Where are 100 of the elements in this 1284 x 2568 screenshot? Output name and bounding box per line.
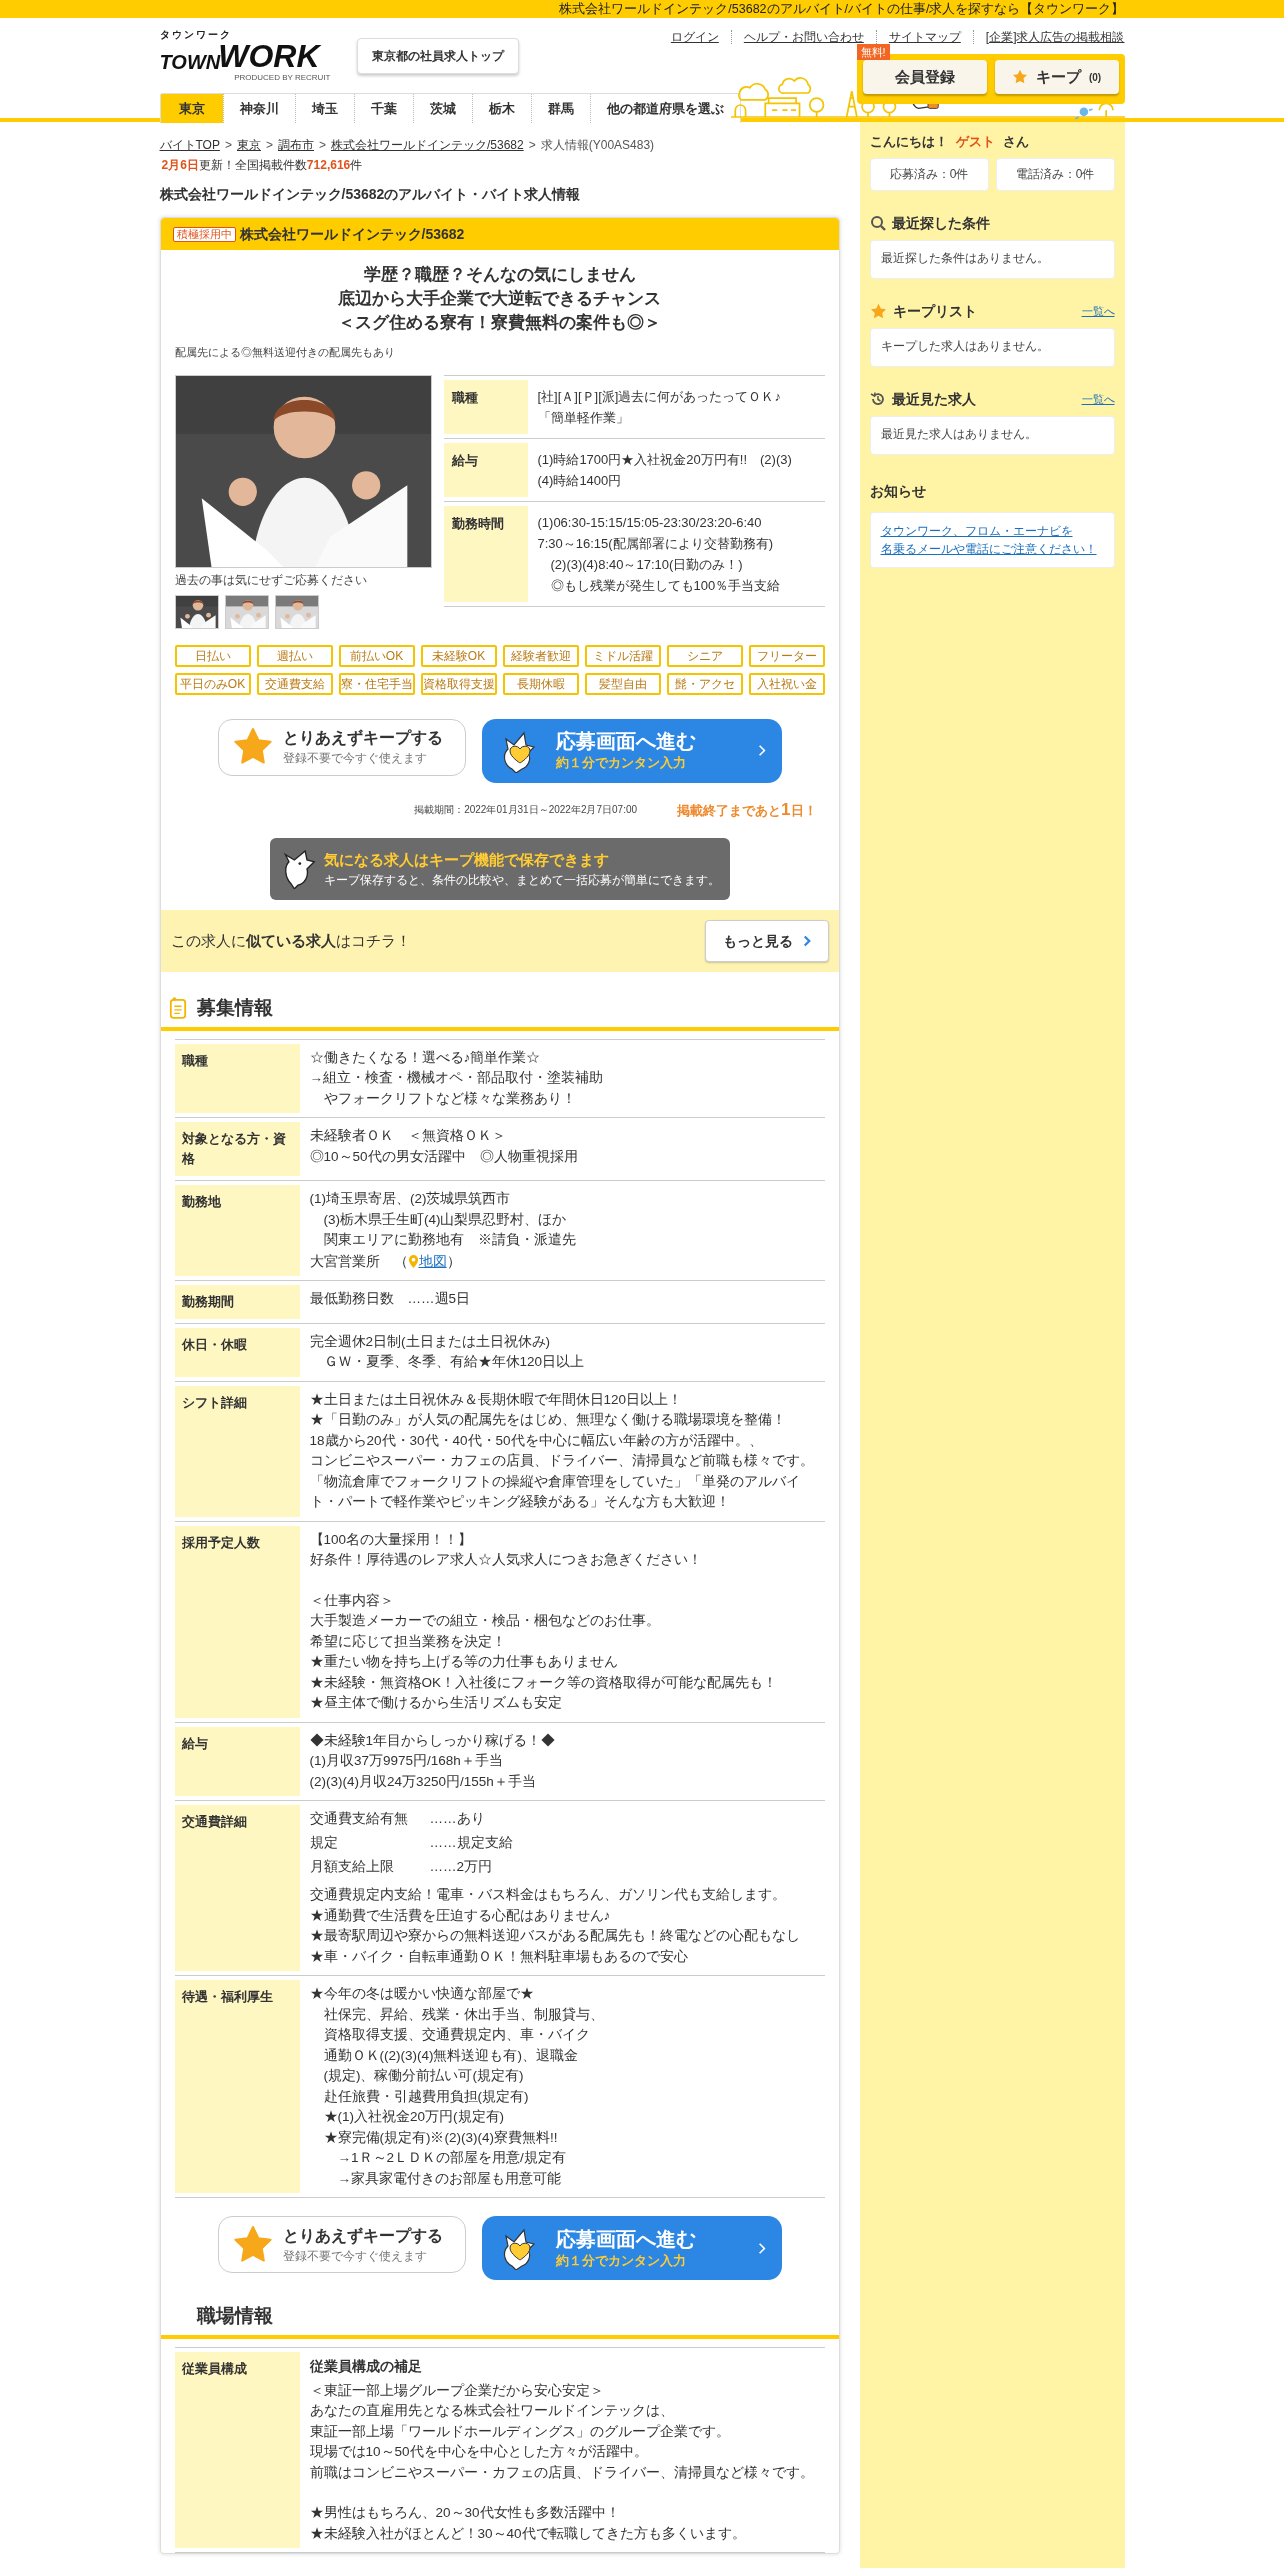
- apply-button[interactable]: 応募画面へ進む 約１分でカンタン入力: [481, 718, 782, 783]
- detail-line: ★(1)入社祝金20万円(規定有): [322, 2108, 505, 2126]
- chevron-right-icon: [757, 2241, 766, 2255]
- header-link[interactable]: ヘルプ・お問い合わせ: [743, 28, 864, 46]
- detail-line: 未経験者ＯＫ ＜無資格ＯＫ＞: [309, 1127, 507, 1145]
- chevron-right-icon: [757, 744, 766, 757]
- detail-line: ★昼主体で働けるから生活リズムも安定: [309, 1694, 563, 1712]
- summary-line: 7:30～16:15(配属部署により交替勤務有): [537, 534, 774, 553]
- detail-line: 前職はコンビニやスーパー・カフェの店員、ドライバー、清掃員など様々です。: [309, 2463, 815, 2482]
- breadcrumb-link[interactable]: 東京: [236, 136, 261, 154]
- detail-line: 【100名の大量採用！！】: [309, 1530, 474, 1549]
- summary-label: 職種: [443, 379, 528, 434]
- header-link[interactable]: [企業]求人広告の掲載相談: [985, 28, 1125, 46]
- notice-link[interactable]: タウンワーク、フロム・エーナビを: [880, 521, 1073, 540]
- star-icon: [232, 727, 273, 767]
- notice-link[interactable]: 名乗るメールや電話にご注意ください！: [880, 539, 1097, 558]
- company-name: 株式会社ワールドインテック/53682: [239, 224, 465, 244]
- detail-key: 月額支給上限: [309, 1857, 430, 1877]
- detail-line: →家具家電付きのお部屋も用意可能: [336, 2169, 562, 2188]
- detail-value: ……2万円: [429, 1858, 492, 1876]
- detail-line: 希望に応じて担当業務を決定！: [309, 1632, 507, 1651]
- catch-copy: ＜スグ住める寮有！寮費無料の案件も◎＞: [338, 312, 661, 333]
- detail-line: ★通勤費で生活費を圧迫する心配はありません♪: [309, 1906, 612, 1925]
- more-button[interactable]: もっと見る: [704, 920, 829, 962]
- header-link[interactable]: サイトマップ: [888, 28, 961, 46]
- keep-button[interactable]: キープ (0): [994, 60, 1119, 94]
- feature-tag: シニア: [666, 644, 743, 667]
- detail-line: ★未経験入社がほとんど！30～40代で転職してきた方も多くいます。: [309, 2524, 747, 2543]
- detail-line: ★今年の冬は暖かい快適な部屋で★: [309, 1985, 535, 2003]
- breadcrumb-link[interactable]: バイトTOP: [159, 136, 220, 154]
- sidebar-heading: 最近探した条件: [891, 213, 990, 233]
- summary-line: (2)(3)(4)8:40～17:10(日勤のみ！): [549, 555, 744, 574]
- detail-line: 関東エリアに勤務地有 ※請負・派遣先: [322, 1231, 577, 1249]
- detail-line: 現場では10～50代を中心を中心とした方々が活躍中。: [309, 2443, 649, 2461]
- breadcrumb-link[interactable]: 株式会社ワールドインテック/53682: [331, 136, 524, 154]
- keep-job-button[interactable]: とりあえずキープする 登録不要で今すぐ使えます: [217, 2216, 466, 2273]
- list-link[interactable]: 一覧へ: [1081, 302, 1115, 320]
- feature-tag: ミドル活躍: [584, 644, 661, 667]
- sidebar-heading: お知らせ: [869, 481, 927, 501]
- detail-line: 好条件！厚待遇のレア求人☆人気求人につきお急ぎください！: [309, 1551, 703, 1569]
- bracket-text: ）: [446, 1252, 461, 1271]
- detail-line: 赴任旅費・引越費用負担(規定有): [322, 2087, 530, 2106]
- detail-line: ★「日勤のみ」が人気の配属先をはじめ、無理なく働ける職場環境を整備！: [309, 1411, 787, 1429]
- star-icon: [232, 2224, 273, 2265]
- page-title: 株式会社ワールドインテック/53682のアルバイト・バイト求人情報: [159, 185, 582, 204]
- detail-line: ◆未経験1年目からしっかり稼げる！◆: [309, 1731, 556, 1750]
- detail-line: (1)月収37万9975円/168h＋手当: [309, 1752, 504, 1770]
- detail-key: 規定: [309, 1833, 430, 1853]
- greeting-text: こんにちは！ ゲスト さん: [869, 133, 1030, 151]
- row-label: 職種: [174, 1043, 300, 1113]
- summary-line: (1)06:30-15:15/15:05-23:30/23:20-6:40: [537, 513, 763, 532]
- map-link[interactable]: 地図: [418, 1250, 447, 1272]
- top-bar-text: 株式会社ワールドインテック/53682のアルバイト/バイトの仕事/求人を探すなら【タウンワーク】: [559, 1, 1125, 18]
- detail-line: ★寮完備(規定有)※(2)(3)(4)寮費無料!!: [322, 2128, 559, 2147]
- row-label: 従業員構成: [174, 2351, 300, 2548]
- detail-line: ★最寄駅周辺や寮からの無料送迎バスがある配属先も！終電などの心配もなし: [309, 1927, 801, 1945]
- free-badge: 無料!: [856, 44, 890, 60]
- detail-line: (2)(3)(4)月収24万3250円/155h＋手当: [309, 1772, 537, 1791]
- row-label: 給与: [174, 1726, 300, 1796]
- feature-tag: 経験者歓迎: [502, 644, 579, 667]
- detail-line: →組立・検査・機械オペ・部品取付・塗装補助: [309, 1069, 604, 1087]
- row-label: 勤務期間: [174, 1284, 300, 1319]
- star-icon: [869, 302, 887, 320]
- detail-line: ＜仕事内容＞: [309, 1591, 395, 1610]
- row-label: 休日・休暇: [174, 1327, 300, 1377]
- breadcrumb-link[interactable]: 調布市: [278, 136, 314, 154]
- detail-line: ＜東証一部上場グループ企業だから安心安定＞: [309, 2381, 605, 2400]
- keep-job-button[interactable]: とりあえずキープする 登録不要で今すぐ使えます: [217, 718, 466, 776]
- detail-line: やフォークリフトなど様々な業務あり！: [322, 1089, 577, 1108]
- section-title: 職場情報: [196, 2304, 273, 2328]
- summary-line: 「簡単軽作業」: [537, 408, 630, 427]
- detail-line: ★未経験・無資格OK！入社後にフォーク等の資格取得が可能な配属先も！: [309, 1673, 778, 1692]
- detail-line: 完全週休2日制(土日または土日祝休み): [309, 1332, 551, 1351]
- feature-tag: 前払いOK: [338, 644, 415, 667]
- detail-line: ★重たい物を持ち上げる等の力仕事もありません: [309, 1653, 619, 1671]
- list-link[interactable]: 一覧へ: [1081, 390, 1115, 408]
- logo[interactable]: タウンワーク TOWNWORK PRODUCED BY RECRUIT: [159, 30, 335, 82]
- breadcrumb-separator: >: [224, 137, 232, 154]
- feature-tag: 入社祝い金: [748, 672, 825, 695]
- summary-line: ◎もし残業が発生しても100％手当支給: [549, 576, 782, 595]
- top-page-button[interactable]: 東京都の社員求人トップ: [356, 38, 519, 74]
- feature-tag: 髭・アクセ: [666, 672, 743, 695]
- detail-line: 通勤ＯＫ((2)(3)(4)無料送迎も有)、退職金: [322, 2046, 579, 2065]
- catch-copy: 底辺から大手企業で大逆転できるチャンス: [338, 288, 661, 310]
- apply-button[interactable]: 応募画面へ進む 約１分でカンタン入力: [481, 2216, 782, 2280]
- area-tab[interactable]: 他の都道府県を選ぶ: [589, 94, 740, 123]
- breadcrumb-separator: >: [265, 137, 273, 154]
- register-button[interactable]: 会員登録: [862, 60, 987, 94]
- area-tab[interactable]: 東京: [160, 94, 223, 123]
- keep-tip-text: キープ保存すると、条件の比較や、まとめて一括応募が簡単にできます。: [323, 872, 720, 890]
- summary-line: [社][Ａ][Ｐ][派]過去に何があったってＯＫ♪: [537, 387, 782, 406]
- detail-line: ＧＷ・夏季、冬季、有給★年休120日以上: [322, 1353, 586, 1371]
- detail-line: ト・パートで軽作業やピッキング経験がある」そんな方も大歓迎！: [309, 1493, 731, 1511]
- days-left: 掲載終了まであと 1日！: [677, 798, 817, 821]
- summary-line: (1)時給1700円★入社祝金20万円有!! (2)(3): [537, 450, 793, 469]
- detail-line: 大手製造メーカーでの組立・検品・梱包などのお仕事。: [309, 1612, 661, 1630]
- header-link[interactable]: ログイン: [670, 28, 719, 46]
- detail-line: ☆働きたくなる！選べる♪簡単作業☆: [309, 1048, 542, 1067]
- section-title: 募集情報: [196, 996, 273, 1020]
- feature-tag: 交通費支給: [256, 672, 333, 695]
